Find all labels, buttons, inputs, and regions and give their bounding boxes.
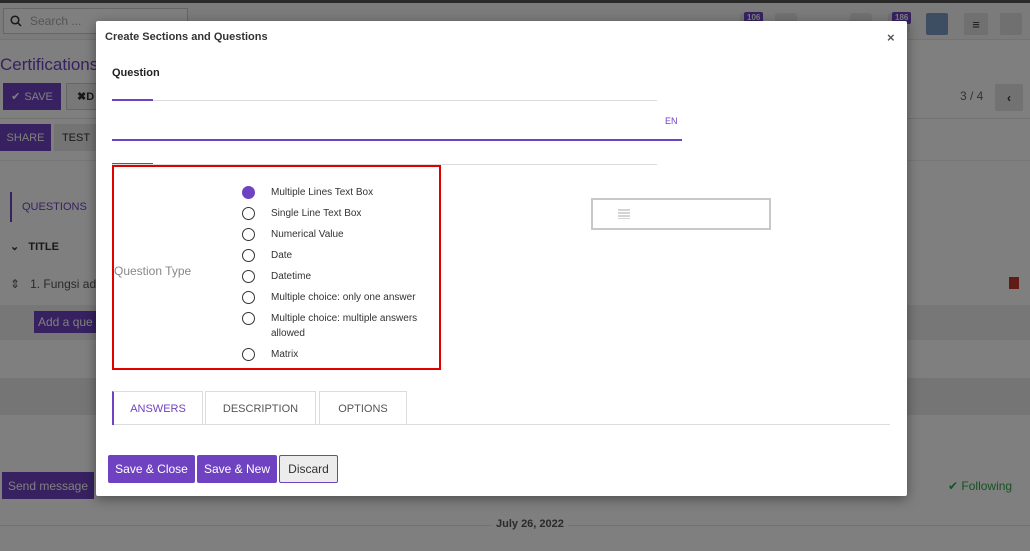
close-icon[interactable]: ×: [887, 30, 895, 45]
radio-option[interactable]: Multiple Lines Text Box: [242, 185, 442, 200]
save-new-button[interactable]: Save & New: [197, 455, 277, 483]
tab-options[interactable]: OPTIONS: [319, 391, 407, 425]
radio-label: Multiple choice: multiple answers allowe…: [271, 313, 418, 339]
question-type-label: Question Type: [114, 264, 192, 278]
save-close-button[interactable]: Save & Close: [108, 455, 195, 483]
radio-label: Numerical Value: [271, 229, 344, 240]
radio-button[interactable]: [242, 186, 255, 199]
question-type-radio-group: Multiple Lines Text Box Single Line Text…: [242, 185, 442, 368]
radio-button[interactable]: [242, 270, 255, 283]
discard-button[interactable]: Discard: [279, 455, 338, 483]
create-question-dialog: Create Sections and Questions × Question…: [96, 21, 907, 496]
radio-button[interactable]: [242, 249, 255, 262]
radio-label: Single Line Text Box: [271, 208, 362, 219]
tab-answers[interactable]: ANSWERS: [112, 391, 203, 425]
radio-option[interactable]: Multiple choice: only one answer: [242, 290, 442, 305]
radio-label: Multiple Lines Text Box: [271, 187, 374, 198]
radio-option[interactable]: Matrix: [242, 347, 442, 362]
divider: [112, 100, 657, 101]
radio-button[interactable]: [242, 228, 255, 241]
tab-description[interactable]: DESCRIPTION: [205, 391, 316, 425]
question-type-field: Question Type Multiple Lines Text Box Si…: [112, 165, 441, 370]
radio-button[interactable]: [242, 207, 255, 220]
radio-button[interactable]: [242, 312, 255, 325]
radio-option[interactable]: Multiple choice: multiple answers allowe…: [242, 311, 442, 341]
radio-label: Datetime: [271, 271, 312, 282]
text-lines-icon: [618, 209, 630, 219]
radio-label: Date: [271, 250, 293, 261]
notebook-tabs: ANSWERS DESCRIPTION OPTIONS: [112, 391, 890, 425]
tab-indicator: [112, 163, 153, 164]
language-button[interactable]: EN: [665, 116, 678, 126]
radio-option[interactable]: Numerical Value: [242, 227, 442, 242]
dialog-title: Create Sections and Questions: [105, 31, 268, 43]
radio-option[interactable]: Single Line Text Box: [242, 206, 442, 221]
question-label: Question: [112, 67, 160, 79]
radio-label: Multiple choice: only one answer: [271, 292, 416, 303]
question-input[interactable]: [112, 121, 682, 141]
tab-indicator: [112, 99, 153, 101]
radio-button[interactable]: [242, 348, 255, 361]
answer-preview-box: [591, 198, 771, 230]
radio-label: Matrix: [271, 349, 299, 360]
radio-option[interactable]: Datetime: [242, 269, 442, 284]
radio-button[interactable]: [242, 291, 255, 304]
radio-option[interactable]: Date: [242, 248, 442, 263]
